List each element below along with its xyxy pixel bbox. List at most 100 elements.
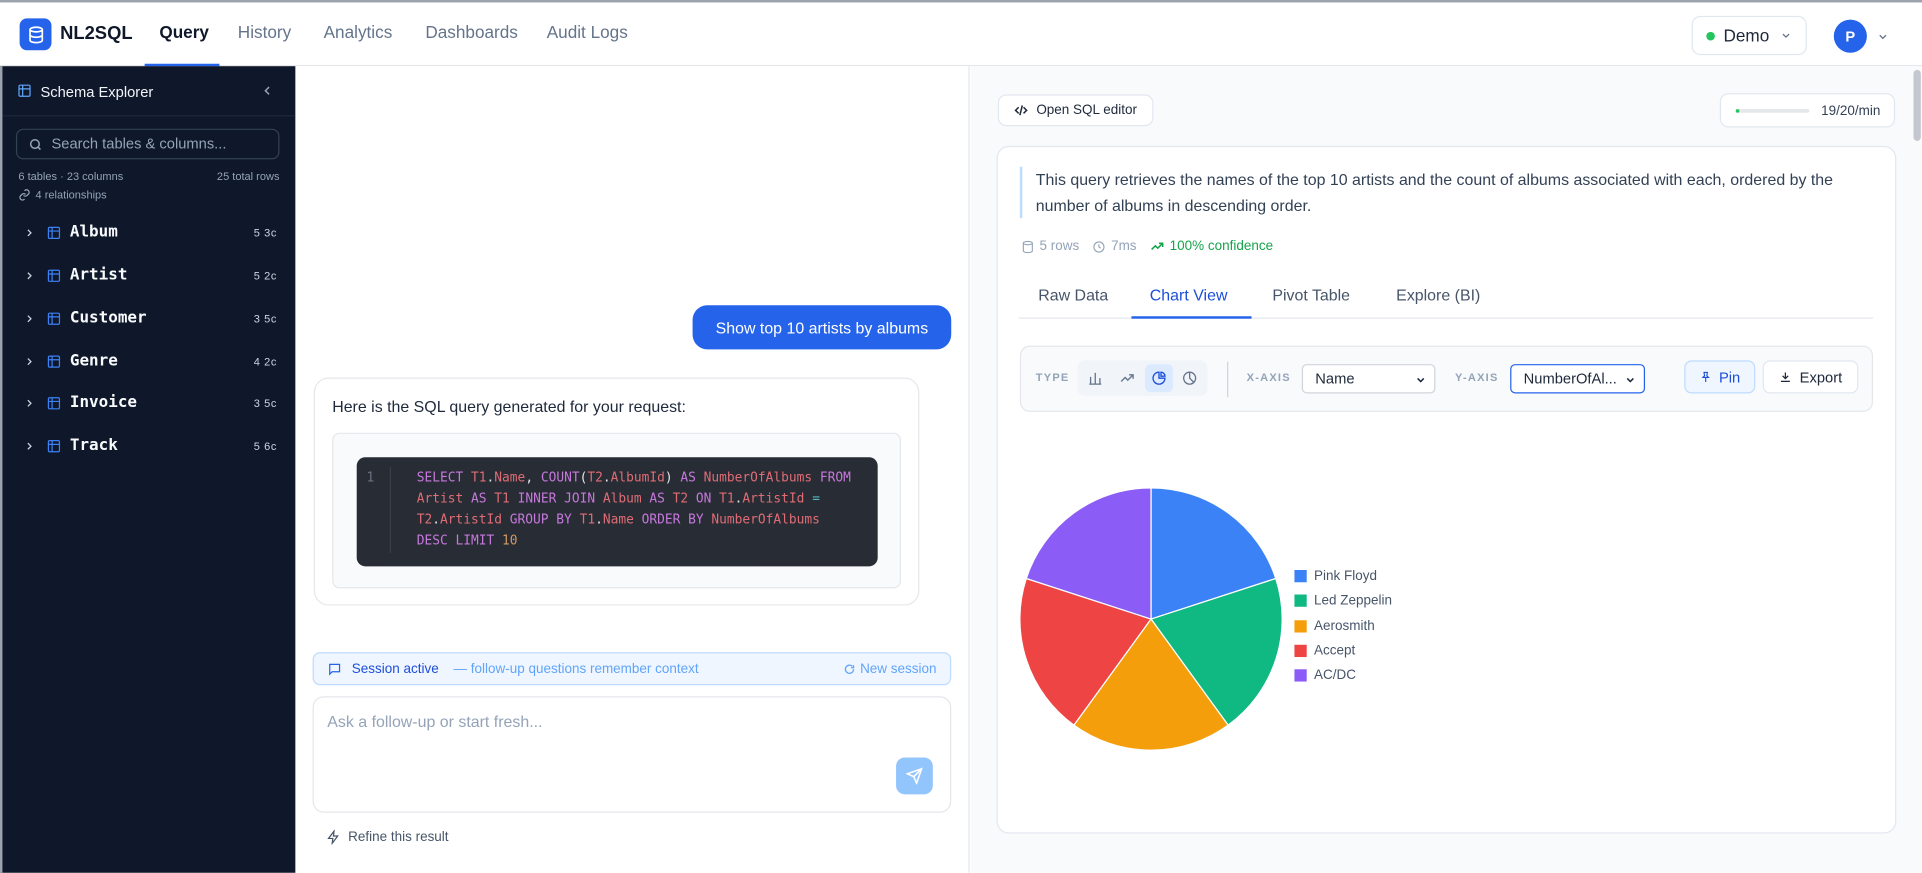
sql-token: Name <box>494 470 526 486</box>
tab-pivot-table[interactable]: Pivot Table <box>1272 286 1350 304</box>
x-axis-select[interactable]: Name <box>1301 364 1436 394</box>
line-chart-icon[interactable] <box>1113 364 1141 392</box>
table-item-track[interactable]: Track 5 6c <box>2 428 295 465</box>
legend-label: AC/DC <box>1314 668 1357 684</box>
schema-search-field[interactable] <box>15 128 280 160</box>
user-avatar[interactable]: P <box>1833 19 1867 53</box>
sql-token: NumberOfAlbums <box>703 470 813 486</box>
legend-item[interactable]: Accept <box>1294 639 1392 664</box>
legend-item[interactable]: AC/DC <box>1294 663 1392 688</box>
table-icon <box>47 355 61 368</box>
legend-item[interactable]: Pink Floyd <box>1294 564 1392 589</box>
pie-chart-icon[interactable] <box>1144 364 1174 393</box>
sql-keyword: ORDER <box>641 512 681 528</box>
sql-token: T1 <box>471 470 487 486</box>
page-scrollbar[interactable] <box>1913 69 1921 141</box>
sql-token: T2 <box>416 512 433 528</box>
new-session-button[interactable]: New session <box>843 662 937 677</box>
legend-label: Pink Floyd <box>1314 568 1378 584</box>
code-block-container: 1 SELECT T1.Name, COUNT(T2.AlbumId) AS N… <box>332 432 901 589</box>
brand-name[interactable]: NL2SQL <box>60 23 133 44</box>
query-description: This query retrieves the names of the to… <box>1019 166 1866 219</box>
sql-token: T1 <box>719 491 735 507</box>
tab-explore-bi[interactable]: Explore (BI) <box>1396 286 1480 304</box>
table-item-invoice[interactable]: Invoice 3 5c <box>2 385 295 422</box>
pin-icon <box>1701 371 1711 382</box>
table-icon <box>47 397 61 410</box>
clock-icon <box>1093 240 1106 253</box>
follow-up-input[interactable] <box>327 712 879 762</box>
chevron-down-icon[interactable] <box>1877 31 1889 43</box>
lightning-icon <box>327 829 339 845</box>
rate-limit-bar <box>1735 109 1810 113</box>
sql-code-block[interactable]: 1 SELECT T1.Name, COUNT(T2.AlbumId) AS N… <box>356 457 878 567</box>
sql-number: 10 <box>502 533 518 548</box>
table-item-artist[interactable]: Artist 5 2c <box>2 257 295 294</box>
chart-type-group <box>1077 360 1208 396</box>
nav-analytics[interactable]: Analytics <box>324 22 393 42</box>
sql-token: ArtistId <box>440 512 503 528</box>
donut-chart-icon[interactable] <box>1176 364 1204 392</box>
table-name: Album <box>69 223 118 242</box>
legend-swatch <box>1294 644 1307 658</box>
bar-chart-icon[interactable] <box>1081 364 1109 392</box>
sql-source: SELECT T1.Name, COUNT(T2.AlbumId) AS Num… <box>417 468 858 551</box>
y-axis-select[interactable]: NumberOfAl... <box>1510 364 1646 394</box>
collapse-chevron-left-icon[interactable] <box>260 83 275 98</box>
export-button[interactable]: Export <box>1762 360 1859 394</box>
table-item-genre[interactable]: Genre 4 2c <box>2 343 295 380</box>
environment-selector[interactable]: Demo <box>1691 15 1807 56</box>
sql-token: NumberOfAlbums <box>711 512 820 528</box>
user-message-bubble: Show top 10 artists by albums <box>692 305 952 350</box>
nav-audit-logs[interactable]: Audit Logs <box>547 22 628 42</box>
table-item-customer[interactable]: Customer 3 5c <box>2 300 295 337</box>
environment-label: Demo <box>1723 25 1770 46</box>
table-meta: 5 2c <box>253 269 278 282</box>
nav-history[interactable]: History <box>238 22 291 42</box>
send-button[interactable] <box>896 757 933 795</box>
legend-label: Aerosmith <box>1314 618 1375 634</box>
status-dot-icon <box>1706 31 1715 40</box>
pin-button[interactable]: Pin <box>1684 360 1756 394</box>
session-banner: Session active — follow-up questions rem… <box>312 652 952 686</box>
y-axis-value: NumberOfAl... <box>1523 370 1617 388</box>
sql-keyword: GROUP <box>509 512 549 528</box>
table-item-album[interactable]: Album 5 3c <box>2 215 295 252</box>
sql-keyword: JOIN <box>564 491 596 507</box>
result-card: This query retrieves the names of the to… <box>996 145 1897 834</box>
app-stage: NL2SQL Query History Analytics Dashboard… <box>0 0 1922 873</box>
legend-swatch <box>1294 619 1307 633</box>
chevron-right-icon <box>27 272 32 280</box>
line-number: 1 <box>366 470 375 486</box>
chart-toolbar: TYPE X-AXIS Name Y-AXIS NumberOfAl... Pi… <box>1019 345 1874 412</box>
tab-chart-view[interactable]: Chart View <box>1150 286 1228 304</box>
legend-item[interactable]: Aerosmith <box>1294 614 1392 639</box>
x-axis-value: Name <box>1315 370 1355 388</box>
download-icon <box>1781 372 1791 383</box>
legend-label: Led Zeppelin <box>1314 593 1393 609</box>
legend-swatch <box>1294 570 1307 583</box>
sql-keyword: COUNT <box>540 470 580 486</box>
sql-token: T1 <box>494 491 510 507</box>
nav-dashboards[interactable]: Dashboards <box>425 22 518 42</box>
open-sql-editor-button[interactable]: Open SQL editor <box>997 94 1154 127</box>
tab-raw-data[interactable]: Raw Data <box>1038 286 1108 304</box>
relationships-label: 4 relationships <box>35 188 107 202</box>
legend-item[interactable]: Led Zeppelin <box>1294 589 1392 614</box>
schema-search-input[interactable] <box>51 134 273 152</box>
sql-punctuation: . <box>595 512 603 528</box>
nav-query[interactable]: Query <box>159 22 209 42</box>
database-icon <box>1022 240 1033 253</box>
sql-token: Artist <box>416 491 464 507</box>
refine-result-link[interactable]: Refine this result <box>326 829 449 845</box>
chevron-down-icon <box>1417 377 1425 383</box>
